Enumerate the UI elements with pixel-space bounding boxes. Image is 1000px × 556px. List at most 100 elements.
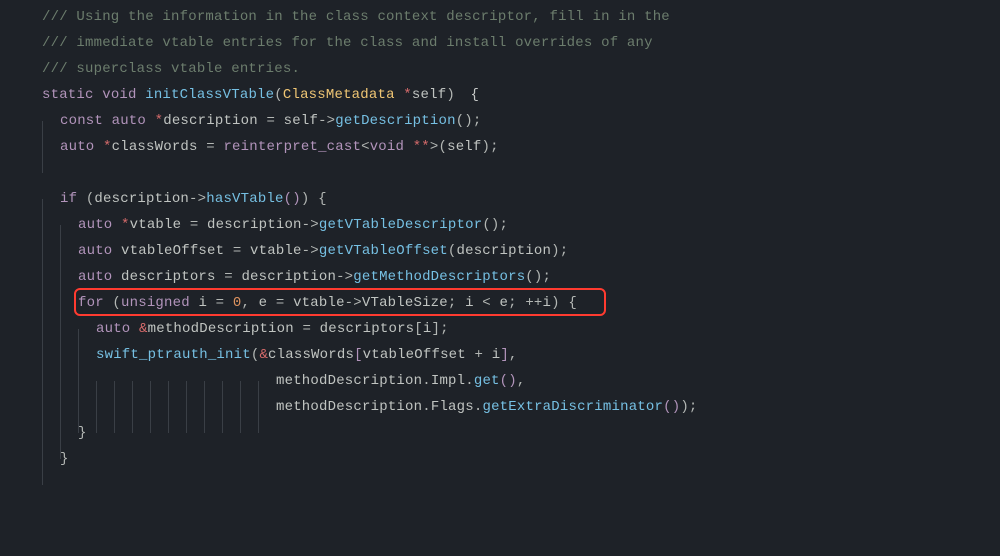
token-punc: ;	[448, 295, 465, 311]
code-line[interactable]: }	[0, 420, 1000, 446]
token-var: classWords	[112, 139, 207, 155]
token-punc: =	[224, 269, 241, 285]
token-punc: ()	[482, 217, 499, 233]
code-line[interactable]	[0, 160, 1000, 186]
token-punc: )	[680, 399, 689, 415]
code-line[interactable]: /// immediate vtable entries for the cla…	[0, 30, 1000, 56]
token-kw: unsigned	[121, 295, 198, 311]
token-type: ClassMetadata	[283, 87, 403, 103]
token-punc: ->	[345, 295, 362, 311]
code-line[interactable]: for (unsigned i = 0, e = vtable->VTableS…	[0, 290, 1000, 316]
token-punc: ;	[490, 139, 499, 155]
token-var: descriptors	[121, 269, 224, 285]
code-line[interactable]: static void initClassVTable(ClassMetadat…	[0, 82, 1000, 108]
token-punc: =	[216, 295, 233, 311]
code-line[interactable]: methodDescription.Flags.getExtraDiscrimi…	[0, 394, 1000, 420]
code-editor[interactable]: /// Using the information in the class c…	[0, 4, 1000, 472]
token-punc: ->	[302, 217, 319, 233]
token-punc: (	[274, 87, 283, 103]
token-var: vtableOffset	[121, 243, 233, 259]
code-line[interactable]: auto &methodDescription = descriptors[i]…	[0, 316, 1000, 342]
token-punc: ;	[508, 295, 525, 311]
token-punc: <	[482, 295, 499, 311]
token-comment: /// Using the information in the class c…	[42, 9, 670, 25]
token-punc: ;	[500, 217, 509, 233]
code-line[interactable]: auto *vtable = description->getVTableDes…	[0, 212, 1000, 238]
token-paren2: ()	[284, 191, 301, 207]
token-var: vtable	[250, 243, 302, 259]
token-punc: ;	[689, 399, 698, 415]
token-punc: =	[302, 321, 319, 337]
code-line[interactable]: auto *classWords = reinterpret_cast<void…	[0, 134, 1000, 160]
code-line[interactable]: /// superclass vtable entries.	[0, 56, 1000, 82]
token-cursor: {	[470, 82, 481, 108]
token-punc: )	[482, 139, 491, 155]
token-func: hasVTable	[206, 191, 283, 207]
token-var: methodDescription	[148, 321, 303, 337]
token-var: e	[259, 295, 276, 311]
token-punc: .	[422, 399, 431, 415]
token-deref: *	[155, 113, 164, 129]
token-kw: void	[370, 139, 413, 155]
token-kw: static	[42, 87, 102, 103]
token-punc: .	[465, 373, 474, 389]
token-punc: .	[422, 373, 431, 389]
token-var: description	[163, 113, 266, 129]
token-punc: }	[60, 451, 69, 467]
token-paren2: ]	[500, 347, 509, 363]
token-func: swift_ptrauth_init	[96, 347, 251, 363]
token-punc: +	[475, 347, 492, 363]
token-comment: /// superclass vtable entries.	[42, 61, 300, 77]
token-punc: ]	[432, 321, 441, 337]
token-punc: )	[551, 243, 560, 259]
code-line[interactable]: swift_ptrauth_init(&classWords[vtableOff…	[0, 342, 1000, 368]
token-func: getDescription	[335, 113, 455, 129]
token-var: description	[207, 217, 302, 233]
token-func: getVTableOffset	[319, 243, 448, 259]
token-var: i	[198, 295, 215, 311]
token-func: getMethodDescriptors	[353, 269, 525, 285]
code-line[interactable]: const auto *description = self->getDescr…	[0, 108, 1000, 134]
code-line[interactable]: if (description->hasVTable()) {	[0, 186, 1000, 212]
token-deref: **	[413, 139, 430, 155]
token-func: initClassVTable	[145, 87, 274, 103]
token-var: vtableOffset	[363, 347, 475, 363]
token-deref: *	[403, 87, 412, 103]
code-line[interactable]: methodDescription.Impl.get(),	[0, 368, 1000, 394]
token-punc: (	[448, 243, 457, 259]
token-paren2: ()	[663, 399, 680, 415]
token-kw: for	[78, 295, 112, 311]
token-punc: ,	[517, 373, 526, 389]
token-kw: auto	[78, 243, 121, 259]
token-punc: ;	[560, 243, 569, 259]
token-punc: ;	[440, 321, 449, 337]
token-kw: auto	[78, 269, 121, 285]
token-punc: ->	[336, 269, 353, 285]
token-punc: {	[560, 295, 577, 311]
token-punc: =	[206, 139, 223, 155]
code-line[interactable]: auto vtableOffset = vtable->getVTableOff…	[0, 238, 1000, 264]
token-punc: ->	[189, 191, 206, 207]
token-deref: &	[139, 321, 148, 337]
token-punc: =	[276, 295, 293, 311]
token-punc: }	[78, 425, 87, 441]
token-func: getExtraDiscriminator	[482, 399, 663, 415]
code-line[interactable]: /// Using the information in the class c…	[0, 4, 1000, 30]
token-func: get	[474, 373, 500, 389]
token-punc: ;	[473, 113, 482, 129]
token-kw: if	[60, 191, 86, 207]
token-var	[42, 165, 51, 181]
token-var: vtable	[293, 295, 345, 311]
token-kw: reinterpret_cast	[223, 139, 361, 155]
token-deref: *	[103, 139, 112, 155]
token-deref: &	[259, 347, 268, 363]
token-punc: =	[233, 243, 250, 259]
code-line[interactable]: auto descriptors = description->getMetho…	[0, 264, 1000, 290]
token-punc: {	[309, 191, 326, 207]
code-line[interactable]: }	[0, 446, 1000, 472]
token-punc: =	[266, 113, 283, 129]
token-var: i	[423, 321, 432, 337]
token-kw: auto	[96, 321, 139, 337]
token-kw: void	[102, 87, 145, 103]
token-var: vtable	[130, 217, 190, 233]
